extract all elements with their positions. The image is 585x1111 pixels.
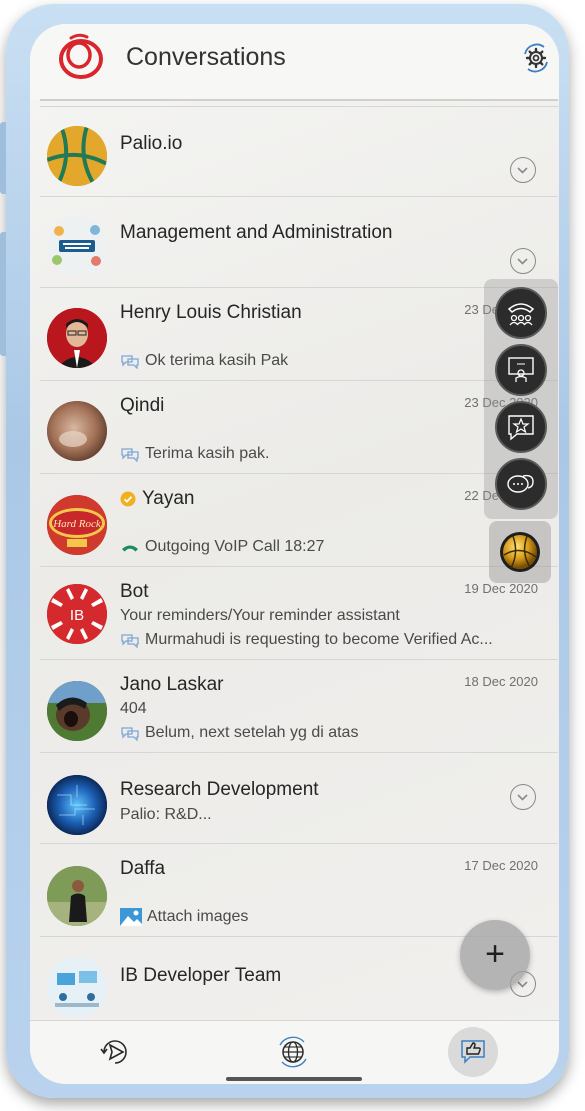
phone-frame: Conversations Palio.io Management and Ad… (0, 4, 569, 1098)
feedback-tab[interactable] (448, 1027, 498, 1077)
conversation-preview: Outgoing VoIP Call 18:27 (120, 538, 324, 556)
conversation-date: 19 Dec 2020 (464, 581, 538, 596)
preview-text: Murmahudi is requesting to become Verifi… (145, 631, 493, 648)
conversation-date: 18 Dec 2020 (464, 674, 538, 689)
preview-text: Ok terima kasih Pak (145, 352, 289, 369)
project-management-avatar-icon (47, 216, 107, 276)
avatar (47, 126, 107, 186)
conversation-subline: 404 (120, 700, 147, 717)
settings-sync-icon[interactable] (520, 42, 552, 74)
avatar (47, 681, 107, 741)
person-avatar (47, 308, 107, 368)
avatar (47, 866, 107, 926)
avatar (47, 308, 107, 368)
conversation-row-jano[interactable]: Jano Laskar 18 Dec 2020 404 Belum, next … (40, 660, 558, 753)
thumbs-up-chat-icon (461, 1040, 485, 1064)
conversation-name: Bot (120, 581, 149, 602)
conversation-name: Palio.io (120, 133, 183, 154)
bottom-navigation (30, 1020, 559, 1084)
avatar (47, 775, 107, 835)
palio-ball-icon (500, 532, 540, 572)
side-button (0, 232, 6, 356)
conversation-preview: Belum, next setelah yg di atas (120, 724, 358, 742)
conference-call-icon[interactable] (495, 287, 547, 339)
conversation-preview: Attach images (120, 908, 248, 926)
plus-icon: + (485, 935, 505, 973)
side-button (0, 122, 6, 194)
new-conversation-button[interactable]: + (460, 920, 530, 990)
conversation-row-management[interactable]: Management and Administration (40, 197, 558, 288)
conversation-name: Research Development (120, 779, 319, 800)
hard-rock-avatar: Hard Rock (47, 495, 107, 555)
svg-text:Hard Rock: Hard Rock (52, 518, 102, 530)
conversation-name: Jano Laskar (120, 674, 224, 695)
person-avatar (47, 401, 107, 461)
person-avatar (47, 866, 107, 926)
conversation-preview: Terima kasih pak. (120, 445, 270, 463)
chevron-down-icon[interactable] (510, 784, 536, 810)
avatar: IB (47, 584, 107, 644)
chat-bubbles-icon[interactable] (495, 458, 547, 510)
screen: Conversations Palio.io Management and Ad… (30, 24, 559, 1084)
ib-bot-avatar: IB (47, 584, 107, 644)
conversation-preview: Murmahudi is requesting to become Verifi… (120, 631, 493, 649)
chevron-down-icon[interactable] (510, 248, 536, 274)
conversation-row-palio-io[interactable]: Palio.io (40, 106, 558, 197)
research-avatar (47, 775, 107, 835)
favorite-chat-icon[interactable] (495, 401, 547, 453)
palio-ball-button[interactable] (489, 521, 551, 583)
conversation-name: Henry Louis Christian (120, 302, 302, 323)
palio-ball-icon (47, 126, 107, 186)
chevron-down-icon[interactable] (510, 157, 536, 183)
phone-outgoing-icon (122, 545, 138, 552)
broadcast-presenter-icon[interactable] (495, 344, 547, 396)
conversation-name: Management and Administration (120, 222, 393, 243)
message-read-icon (121, 355, 139, 369)
conversation-name: Daffa (120, 858, 166, 879)
palio-logo-icon[interactable] (57, 32, 105, 80)
conversation-row-yayan[interactable]: Hard Rock Yayan 22 Dec 2020 Outgoing VoI… (40, 474, 558, 567)
app-header: Conversations (30, 24, 559, 100)
conversation-row-research[interactable]: Research Development Palio: R&D... (40, 753, 558, 844)
conversation-row-qindi[interactable]: Qindi 23 Dec 2020 Terima kasih pak. (40, 381, 558, 474)
conversation-row-henry[interactable]: Henry Louis Christian 23 Dec 2020 Ok ter… (40, 288, 558, 381)
team-avatar (47, 957, 107, 1017)
preview-text: Belum, next setelah yg di atas (145, 724, 359, 741)
conversation-row-bot[interactable]: IB Bot 19 Dec 2020 Your reminders/Your r… (40, 567, 558, 660)
avatar (47, 957, 107, 1017)
svg-text:IB: IB (70, 607, 84, 624)
globe-icon[interactable] (276, 1035, 310, 1069)
preview-text: Outgoing VoIP Call 18:27 (145, 538, 325, 555)
message-read-icon (121, 727, 139, 741)
avatar (47, 401, 107, 461)
conversation-name-text: Yayan (142, 488, 195, 509)
conversation-name: IB Developer Team (120, 965, 282, 986)
image-icon (120, 908, 142, 926)
header-divider (40, 99, 558, 101)
conversation-date: 17 Dec 2020 (464, 858, 538, 873)
avatar (47, 216, 107, 276)
preview-text: Terima kasih pak. (145, 445, 270, 462)
avatar: Hard Rock (47, 495, 107, 555)
message-read-icon (121, 634, 139, 648)
page-title: Conversations (126, 43, 286, 71)
person-avatar (47, 681, 107, 741)
conversation-preview: Ok terima kasih Pak (120, 352, 288, 370)
conversation-subline: Your reminders/Your reminder assistant (120, 607, 400, 624)
home-indicator (226, 1077, 362, 1081)
preview-text: Attach images (147, 908, 249, 925)
conversation-name: Yayan (120, 488, 194, 510)
send-icon[interactable] (98, 1035, 132, 1069)
message-read-icon (121, 448, 139, 462)
conversation-subline: Palio: R&D... (120, 806, 212, 823)
verified-badge-icon (120, 491, 136, 507)
conversation-name: Qindi (120, 395, 165, 416)
